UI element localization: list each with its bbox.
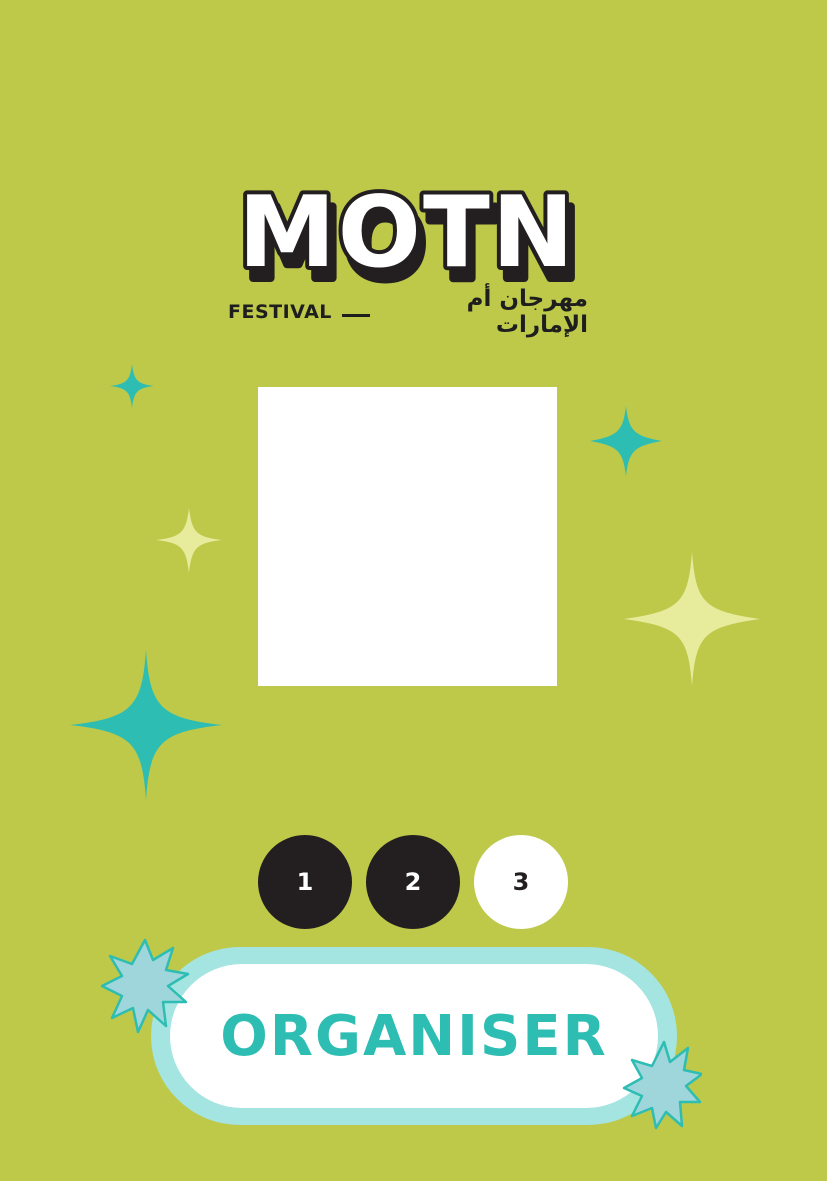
festival-tagline: FESTIVAL مهرجان أم الإمارات [228,286,588,338]
sparkle-icon [156,508,222,573]
star-badge-icon [100,938,190,1034]
day-3-badge: 3 [474,835,568,929]
role-pill: ORGANISER [170,964,658,1108]
sparkle-icon [70,650,222,800]
day-1-label: 1 [296,868,314,896]
tagline-divider [341,313,371,317]
day-2-badge: 2 [366,835,460,929]
tagline-arabic: مهرجان أم الإمارات [466,286,588,338]
star-badge-icon [622,1040,702,1130]
sparkle-icon [590,406,662,476]
photo-placeholder [258,387,557,686]
day-2-label: 2 [404,868,422,896]
motn-logo: MOTN MOTN MOTN [0,172,827,306]
day-3-label: 3 [512,868,530,896]
sparkle-icon [624,552,760,686]
logo-face-text: MOTN [238,180,576,290]
role-label: ORGANISER [220,1003,608,1069]
day-1-badge: 1 [258,835,352,929]
sparkle-icon [110,364,154,408]
tagline-english: FESTIVAL [228,301,332,323]
